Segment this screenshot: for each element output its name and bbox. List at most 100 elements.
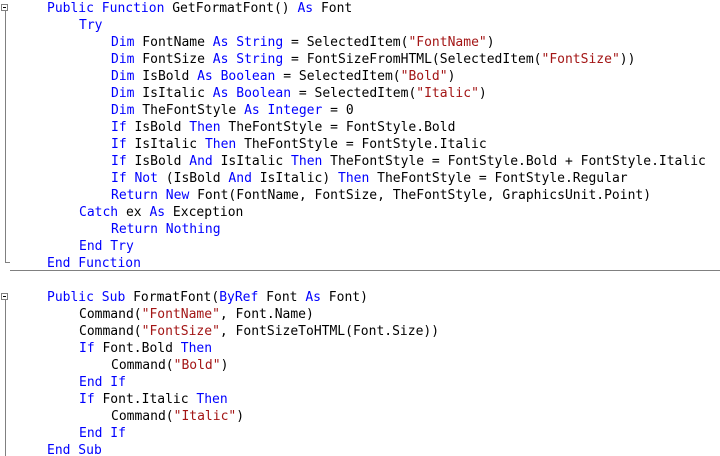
keyword-token: Return New — [111, 188, 190, 203]
outline-end-function — [5, 262, 10, 263]
code-line[interactable]: Catch ex As Exception — [79, 204, 243, 221]
keyword-token: Then — [291, 154, 323, 169]
keyword-token: Dim — [111, 103, 135, 118]
keyword-token: If — [79, 341, 95, 356]
string-token: "Bold" — [400, 69, 448, 84]
code-line[interactable]: Dim IsItalic As Boolean = SelectedItem("… — [111, 85, 487, 102]
code-token: = SelectedItem( — [291, 86, 417, 101]
keyword-token: And — [228, 171, 252, 186]
keyword-token: As — [149, 205, 166, 220]
code-line[interactable]: Dim TheFontStyle As Integer = 0 — [111, 102, 354, 119]
string-token: "FontName" — [408, 35, 487, 50]
keyword-token: If — [111, 120, 127, 135]
keyword-token: End If — [79, 375, 126, 390]
code-token: (IsBold — [157, 171, 229, 186]
code-token: ) — [236, 409, 245, 424]
keyword-token: As String — [212, 35, 284, 50]
keyword-token: If — [79, 392, 95, 407]
keyword-token: As Integer — [244, 103, 323, 118]
code-token: TheFontStyle — [134, 103, 245, 118]
code-token: )) — [619, 52, 636, 67]
keyword-token: As — [305, 290, 321, 305]
code-line[interactable]: Dim FontName As String = SelectedItem("F… — [111, 34, 495, 51]
code-line[interactable]: Dim FontSize As String = FontSizeFromHTM… — [111, 51, 635, 68]
code-line[interactable]: End Try — [79, 238, 134, 255]
keyword-token: As Boolean — [212, 86, 292, 101]
code-token: IsItalic — [126, 137, 205, 152]
code-token: Command( — [79, 324, 142, 339]
code-line[interactable]: Return Nothing — [111, 221, 221, 238]
code-token: , Font.Name) — [219, 307, 314, 322]
keyword-token: Then — [189, 120, 221, 135]
code-line[interactable]: If IsBold Then TheFontStyle = FontStyle.… — [111, 119, 455, 136]
keyword-token: Then — [338, 171, 370, 186]
code-token: IsItalic) — [251, 171, 338, 186]
collapse-function-icon[interactable] — [1, 4, 8, 11]
code-token: = FontSizeFromHTML(SelectedItem( — [283, 52, 542, 67]
keyword-token: Catch — [79, 205, 119, 220]
code-line[interactable]: End If — [79, 374, 126, 391]
code-line[interactable]: Command("FontSize", FontSizeToHTML(Font.… — [79, 323, 439, 340]
code-line[interactable]: Public Sub FormatFont(ByRef Font As Font… — [47, 289, 368, 306]
code-editor[interactable]: Public Function GetFormatFont() As Font T… — [0, 0, 720, 456]
code-token: FormatFont( — [125, 290, 220, 305]
code-token: IsBold — [126, 154, 190, 169]
keyword-token: Try — [79, 18, 103, 33]
keyword-token: Dim — [111, 69, 135, 84]
code-line[interactable]: If Font.Italic Then — [79, 391, 228, 408]
keyword-token: End Sub — [47, 443, 102, 456]
code-line[interactable]: End Function — [47, 255, 141, 272]
code-token: TheFontStyle = FontStyle.Italic — [236, 137, 487, 152]
code-token: Command( — [111, 358, 174, 373]
code-token: Font.Italic — [94, 392, 197, 407]
keyword-token: Dim — [111, 35, 135, 50]
code-token: Font — [258, 290, 306, 305]
string-token: "Bold" — [173, 358, 221, 373]
code-token: TheFontStyle = FontStyle.Regular — [369, 171, 628, 186]
code-token: = SelectedItem( — [283, 35, 409, 50]
code-token: ex — [118, 205, 150, 220]
code-line[interactable]: Public Function GetFormatFont() As Font — [47, 0, 352, 17]
code-line[interactable]: End Sub — [47, 442, 102, 456]
keyword-token: As — [297, 1, 314, 16]
code-token: , FontSizeToHTML(Font.Size)) — [219, 324, 440, 339]
code-token: TheFontStyle = FontStyle.Bold — [220, 120, 456, 135]
keyword-token: Public Sub — [47, 290, 126, 305]
keyword-token: ByRef — [219, 290, 259, 305]
code-line[interactable]: Return New Font(FontName, FontSize, TheF… — [111, 187, 651, 204]
code-token: Command( — [111, 409, 174, 424]
code-token: GetFormatFont() — [164, 1, 298, 16]
code-token: TheFontStyle = FontStyle.Bold + FontStyl… — [322, 154, 706, 169]
keyword-token: End Try — [79, 239, 134, 254]
collapse-sub-icon[interactable] — [1, 293, 8, 300]
keyword-token: End Function — [47, 256, 141, 271]
code-line[interactable]: Dim IsBold As Boolean = SelectedItem("Bo… — [111, 68, 455, 85]
string-token: "Italic" — [173, 409, 237, 424]
code-token: = SelectedItem( — [275, 69, 401, 84]
keyword-token: Public Function — [47, 1, 165, 16]
code-line[interactable]: End If — [79, 425, 126, 442]
string-token: "Italic" — [416, 86, 479, 101]
code-line[interactable]: If Not (IsBold And IsItalic) Then TheFon… — [111, 170, 628, 187]
code-token: Command( — [79, 307, 142, 322]
keyword-token: If — [111, 154, 127, 169]
code-line[interactable]: Command("Italic") — [111, 408, 244, 425]
code-line[interactable]: Try — [79, 17, 102, 34]
code-line[interactable]: If Font.Bold Then — [79, 340, 212, 357]
code-token: IsBold — [134, 69, 198, 84]
code-token: Font) — [320, 290, 368, 305]
code-line[interactable]: Command("FontName", Font.Name) — [79, 306, 314, 323]
code-line[interactable]: If IsBold And IsItalic Then TheFontStyle… — [111, 153, 706, 170]
keyword-token: Return Nothing — [111, 222, 221, 237]
code-line[interactable]: If IsItalic Then TheFontStyle = FontStyl… — [111, 136, 487, 153]
code-token: IsItalic — [134, 86, 213, 101]
keyword-token: Dim — [111, 86, 135, 101]
keyword-token: Then — [196, 392, 228, 407]
code-token: ) — [220, 358, 229, 373]
keyword-token: As Boolean — [197, 69, 276, 84]
code-line[interactable]: Command("Bold") — [111, 357, 228, 374]
code-token: IsBold — [126, 120, 190, 135]
code-token: Exception — [165, 205, 244, 220]
code-token: FontSize — [134, 52, 213, 67]
string-token: "FontSize" — [541, 52, 620, 67]
